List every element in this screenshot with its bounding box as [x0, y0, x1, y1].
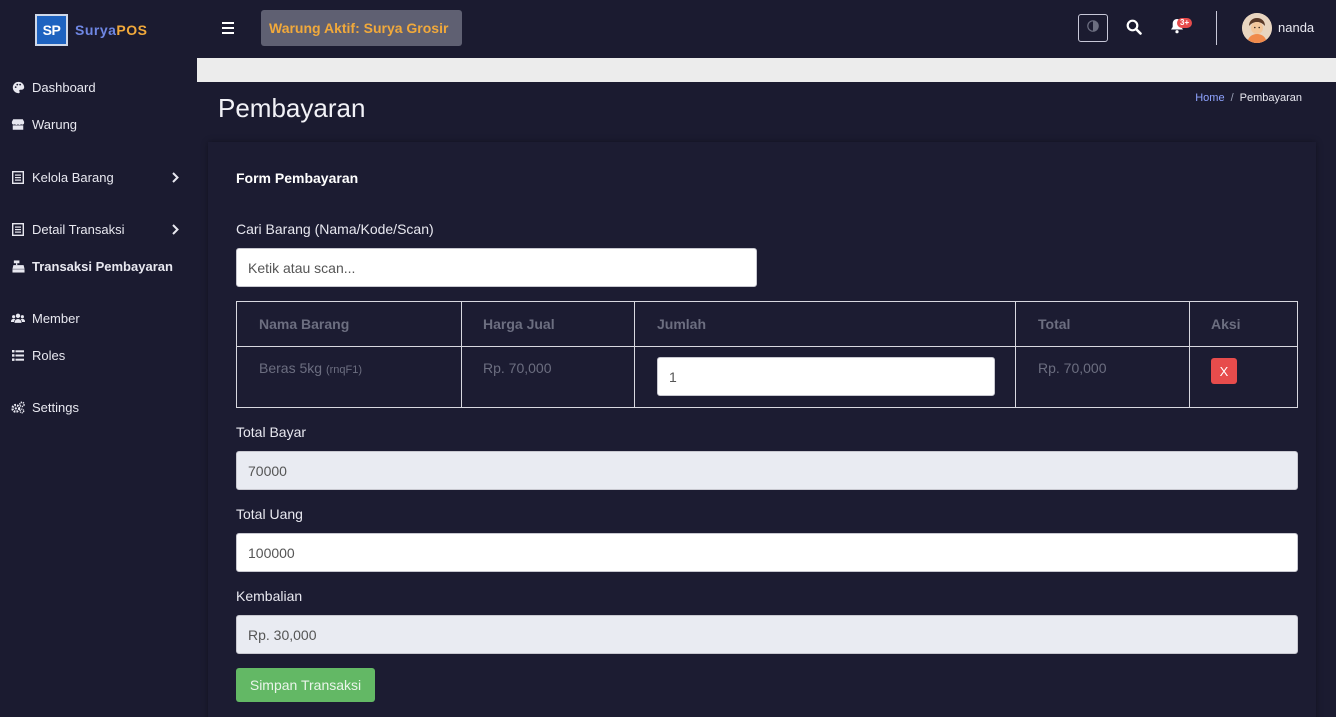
search-input[interactable]: Ketik atau scan...	[236, 248, 757, 287]
table-header-divider	[237, 346, 1297, 347]
chevron-right-icon	[172, 223, 179, 238]
sidebar-item-roles[interactable]: Roles	[0, 340, 197, 370]
brand-logo: SP	[35, 14, 68, 46]
sidebar: SP SuryaPOS Dashboard Warung Kelola Bara…	[0, 0, 197, 717]
item-code: (rnqF1)	[325, 364, 362, 376]
cart-table: Nama Barang Harga Jual Jumlah Total Aksi…	[236, 301, 1298, 408]
sidebar-item-settings[interactable]: Settings	[0, 392, 197, 422]
sidebar-item-label: Detail Transaksi	[32, 221, 125, 237]
kembalian-label: Kembalian	[236, 588, 303, 604]
chevron-right-icon	[172, 171, 179, 186]
cell-item-total: Rp. 70,000	[1038, 360, 1107, 376]
sidebar-item-label: Warung	[32, 116, 78, 132]
sidebar-item-label: Kelola Barang	[32, 169, 114, 185]
total-uang-field[interactable]: 100000	[236, 533, 1298, 572]
list-icon	[11, 348, 25, 362]
topbar: Warung Aktif: Surya Grosir 3+ nanda	[197, 0, 1336, 58]
save-transaction-button[interactable]: Simpan Transaksi	[236, 668, 375, 702]
total-bayar-label: Total Bayar	[236, 424, 307, 440]
column-header-harga-jual: Harga Jual	[483, 316, 555, 332]
column-header-jumlah: Jumlah	[657, 316, 707, 332]
cell-item-price: Rp. 70,000	[483, 360, 552, 376]
sidebar-item-label: Dashboard	[32, 79, 96, 95]
users-icon	[11, 311, 25, 325]
cell-item-name: Beras 5kg (rnqF1)	[237, 347, 362, 408]
sidebar-item-label: Member	[32, 310, 80, 326]
total-uang-label: Total Uang	[236, 506, 303, 522]
list-icon	[11, 222, 25, 236]
topbar-divider	[1216, 11, 1217, 45]
sidebar-item-label: Roles	[32, 347, 66, 363]
brand-name-part2: POS	[116, 22, 148, 38]
item-name: Beras 5kg	[259, 360, 323, 376]
half-circle-icon	[1087, 19, 1099, 37]
sidebar-item-label: Transaksi Pembayaran	[32, 258, 173, 274]
quantity-input[interactable]: 1	[657, 357, 995, 396]
total-bayar-field: 70000	[236, 451, 1298, 490]
column-header-total: Total	[1038, 316, 1071, 332]
form-title: Form Pembayaran	[236, 170, 359, 186]
theme-toggle-button[interactable]	[1078, 14, 1108, 42]
search-label: Cari Barang (Nama/Kode/Scan)	[236, 221, 434, 237]
username[interactable]: nanda	[1278, 20, 1314, 35]
sidebar-item-dashboard[interactable]: Dashboard	[0, 72, 197, 102]
menu-toggle-icon[interactable]	[222, 20, 236, 36]
header-strip	[197, 58, 1336, 82]
notification-badge: 3+	[1177, 18, 1193, 28]
palette-icon	[11, 80, 25, 94]
sidebar-item-transaksi-pembayaran[interactable]: Transaksi Pembayaran	[0, 251, 197, 281]
gears-icon	[11, 400, 25, 414]
breadcrumb-home-link[interactable]: Home	[1195, 92, 1224, 104]
kembalian-field: Rp. 30,000	[236, 615, 1298, 654]
breadcrumb: Home / Pembayaran	[1195, 92, 1302, 104]
breadcrumb-current: Pembayaran	[1239, 92, 1302, 104]
remove-item-button[interactable]: X	[1211, 358, 1237, 384]
brand[interactable]: SP SuryaPOS	[0, 0, 197, 60]
search-icon[interactable]	[1126, 19, 1144, 37]
sidebar-item-kelola-barang[interactable]: Kelola Barang	[0, 162, 197, 192]
sidebar-item-member[interactable]: Member	[0, 303, 197, 333]
breadcrumb-separator: /	[1230, 92, 1234, 104]
brand-name: SuryaPOS	[75, 22, 148, 38]
avatar[interactable]	[1242, 13, 1272, 43]
page-title: Pembayaran	[218, 93, 366, 123]
column-header-aksi: Aksi	[1211, 316, 1241, 332]
list-icon	[11, 170, 25, 184]
sidebar-item-label: Settings	[32, 399, 79, 415]
sidebar-item-detail-transaksi[interactable]: Detail Transaksi	[0, 214, 197, 244]
brand-name-part1: Surya	[75, 22, 117, 38]
sidebar-item-warung[interactable]: Warung	[0, 109, 197, 139]
cash-register-icon	[11, 259, 25, 273]
column-header-nama-barang: Nama Barang	[259, 316, 350, 332]
store-icon	[11, 117, 25, 131]
active-warung-button[interactable]: Warung Aktif: Surya Grosir	[261, 10, 462, 46]
